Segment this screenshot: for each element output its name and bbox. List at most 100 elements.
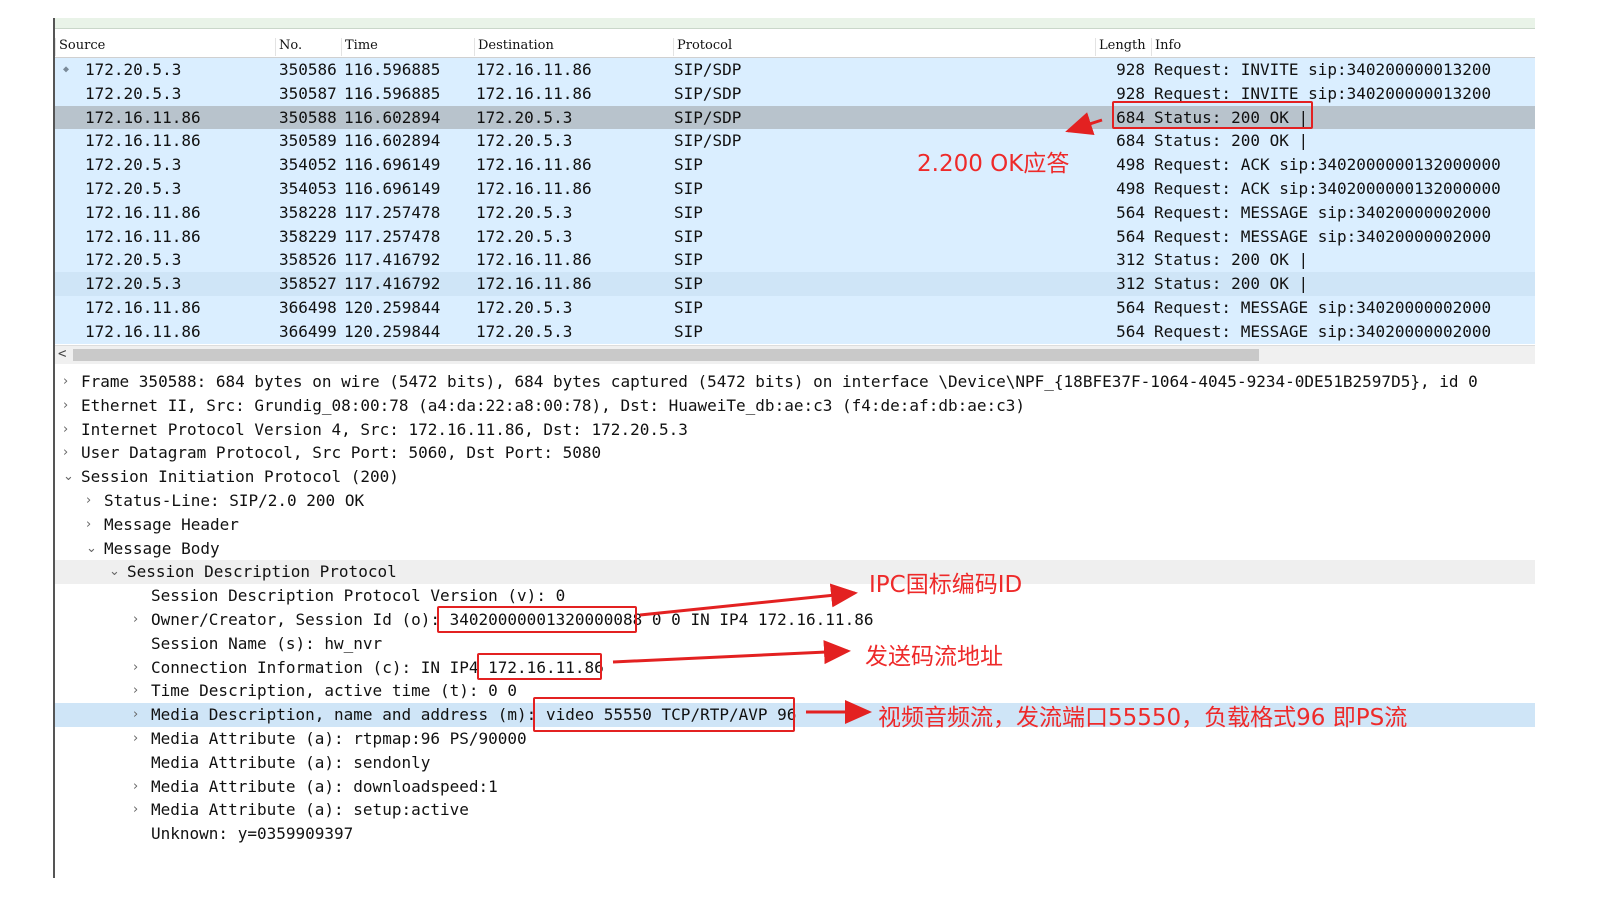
expand-icon[interactable]: › [63,370,68,394]
detail-line[interactable]: ⌄ Session Initiation Protocol (200) [55,465,1535,489]
horizontal-scrollbar[interactable]: < [55,345,1535,364]
packet-cell-protocol: SIP [674,155,703,175]
packet-cell-info: Request: ACK sip:3402000000132000000 [1154,179,1501,198]
packet-cell-source: 172.16.11.86 [85,226,201,246]
packet-row[interactable]: 172.16.11.86 350588 116.602894 172.20.5.3 SI… [55,105,1535,130]
detail-line[interactable]: › User Datagram Protocol, Src Port: 5060,… [55,441,1535,465]
expand-icon[interactable]: › [133,703,138,727]
collapse-icon[interactable]: ⌄ [109,560,120,584]
expand-icon[interactable]: › [63,418,68,442]
packet-cell-no: 366498 [279,298,337,317]
packet-cell-time: 120.259844 [344,321,441,341]
packet-cell-no: 350587 [279,83,337,103]
packet-row[interactable]: 172.16.11.86 358228 117.257478 172.20.5.3 SI… [55,200,1535,225]
packet-cell-length: 564 [1116,321,1145,341]
packet-row[interactable]: 172.20.5.3 354053 116.696149 172.16.11.86 SI… [55,177,1535,201]
collapse-icon[interactable]: ⌄ [86,537,97,561]
expand-icon[interactable]: › [133,608,138,632]
detail-line[interactable]: › Internet Protocol Version 4, Src: 172.1… [55,418,1535,442]
packet-cell-no: 358228 [279,202,337,222]
detail-line[interactable]: ⌄ Message Body [55,537,1535,561]
detail-line[interactable]: Session Name (s): hw_nvr [55,632,1535,656]
detail-text: Internet Protocol Version 4, Src: 172.16… [81,419,688,439]
detail-text: Status-Line: SIP/2.0 200 OK [104,491,365,510]
packet-cell-protocol: SIP [674,179,703,198]
packet-cell-info: Status: 200 OK | [1154,131,1309,151]
packet-cell-destination: 172.16.11.86 [476,250,592,270]
conversation-marker-icon: ◆ [63,64,70,75]
packet-cell-length: 564 [1116,298,1145,317]
detail-line[interactable]: Session Description Protocol Version (v)… [55,584,1535,608]
detail-line[interactable]: ⌄ Session Description Protocol [55,560,1535,585]
detail-line[interactable]: › Media Attribute (a): setup:active [55,798,1535,822]
packet-cell-protocol: SIP [674,274,703,294]
packet-row[interactable]: 172.20.5.3 354052 116.696149 172.16.11.86 SI… [55,153,1535,177]
column-no[interactable]: No. [275,38,345,56]
packet-row[interactable]: 172.20.5.3 350586 116.596885 172.16.11.86 SI… [55,58,1535,82]
highlight-box-session-id [437,606,637,633]
packet-cell-length: 498 [1116,155,1145,175]
packet-cell-time: 117.257478 [344,226,441,246]
expand-icon[interactable]: › [63,394,68,418]
packet-cell-source: 172.20.5.3 [85,179,182,198]
column-time[interactable]: Time [341,38,478,56]
packet-cell-length: 564 [1116,226,1145,246]
detail-line[interactable]: Unknown: y=0359909397 [55,822,1535,846]
packet-cell-time: 116.596885 [344,60,441,79]
detail-text: Message Header [104,514,239,534]
annotation-media-stream: 视频音频流，发流端口55550，负载格式96 即PS流 [878,705,1408,731]
detail-line[interactable]: › Ethernet II, Src: Grundig_08:00:78 (a4:… [55,394,1535,418]
packet-cell-protocol: SIP/SDP [674,60,742,79]
column-protocol[interactable]: Protocol [673,38,1099,56]
packet-cell-info: Request: MESSAGE sip:34020000002000 [1154,321,1492,341]
packet-row[interactable]: 172.20.5.3 350587 116.596885 172.16.11.86 SI… [55,81,1535,106]
expand-icon[interactable]: › [133,727,138,751]
packet-list[interactable]: Source No. Time Destination Protocol Len… [55,34,1535,364]
detail-line[interactable]: › Media Attribute (a): downloadspeed:1 [55,775,1535,799]
detail-line[interactable]: › Message Header [55,513,1535,537]
annotation-ok-reply: 2.200 OK应答 [917,151,1070,177]
expand-icon[interactable]: › [133,775,138,799]
packet-cell-source: 172.20.5.3 [85,155,182,175]
packet-cell-source: 172.16.11.86 [85,202,201,222]
detail-line[interactable]: Media Attribute (a): sendonly [55,751,1535,775]
column-source[interactable]: Source [55,38,279,56]
packet-cell-length: 498 [1116,179,1145,198]
packet-cell-time: 117.416792 [344,250,441,270]
detail-line[interactable]: › Owner/Creator, Session Id (o): 34020000… [55,608,1535,632]
packet-row[interactable]: 172.16.11.86 358229 117.257478 172.20.5.3 SI… [55,224,1535,249]
annotation-stream-addr: 发送码流地址 [865,644,1003,670]
packet-row[interactable]: 172.16.11.86 366498 120.259844 172.20.5.3 SI… [55,296,1535,320]
expand-icon[interactable]: › [133,679,138,703]
detail-text: Media Attribute (a): downloadspeed:1 [151,776,498,796]
packet-cell-time: 116.602894 [344,131,441,151]
collapse-icon[interactable]: ⌄ [63,465,74,489]
scroll-left-icon[interactable]: < [58,346,66,362]
column-length[interactable]: Length [1095,38,1155,56]
packet-cell-time: 117.416792 [344,274,441,294]
scrollbar-thumb[interactable] [73,349,1259,361]
detail-line[interactable]: › Frame 350588: 684 bytes on wire (5472 b… [55,370,1535,394]
packet-cell-source: 172.20.5.3 [85,250,182,270]
column-info[interactable]: Info [1151,38,1539,56]
packet-row[interactable]: 172.16.11.86 350589 116.602894 172.20.5.3 SI… [55,129,1535,154]
expand-icon[interactable]: › [63,441,68,465]
packet-cell-protocol: SIP [674,321,703,341]
packet-cell-info: Request: INVITE sip:340200000013200 [1154,60,1492,79]
expand-icon[interactable]: › [133,798,138,822]
packet-list-header: Source No. Time Destination Protocol Len… [55,34,1535,58]
packet-cell-protocol: SIP/SDP [674,131,742,151]
expand-icon[interactable]: › [133,656,138,680]
packet-cell-protocol: SIP/SDP [674,83,742,103]
packet-cell-destination: 172.20.5.3 [476,131,573,151]
detail-line[interactable]: › Connection Information (c): IN IP4 172.… [55,656,1535,680]
column-destination[interactable]: Destination [474,38,677,56]
expand-icon[interactable]: › [86,513,91,537]
packet-cell-no: 350588 [279,107,337,127]
packet-row[interactable]: 172.20.5.3 358526 117.416792 172.16.11.86 SI… [55,248,1535,273]
detail-line[interactable]: › Status-Line: SIP/2.0 200 OK [55,489,1535,513]
packet-row[interactable]: 172.16.11.86 366499 120.259844 172.20.5.3 SI… [55,319,1535,344]
packet-cell-no: 358526 [279,250,337,270]
expand-icon[interactable]: › [86,489,91,513]
packet-row[interactable]: 172.20.5.3 358527 117.416792 172.16.11.86 SI… [55,272,1535,296]
